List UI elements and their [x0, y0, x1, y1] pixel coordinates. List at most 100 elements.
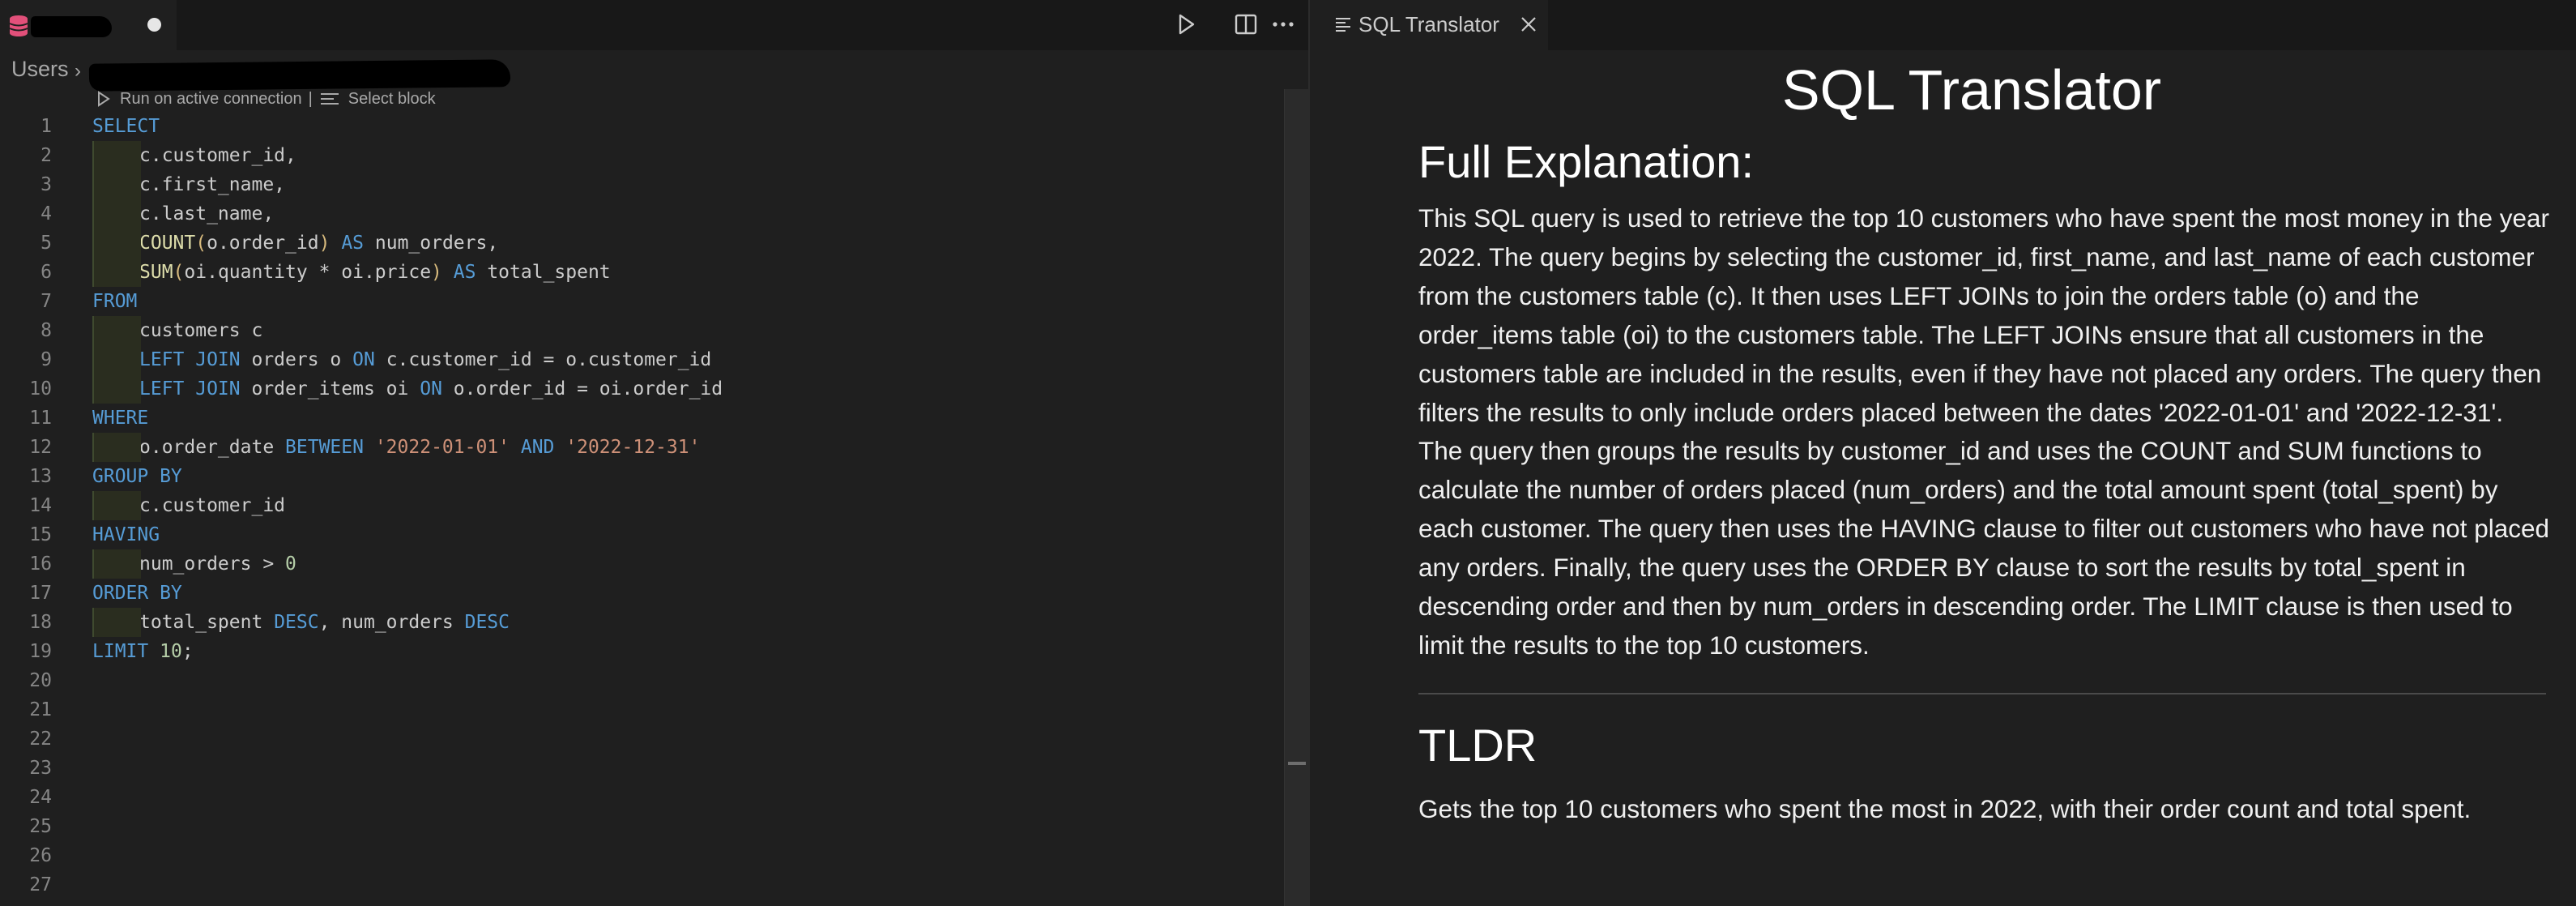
- run-icon: [98, 91, 110, 107]
- code-text: , num_orders: [318, 612, 454, 633]
- keyword: HAVING: [92, 524, 160, 545]
- keyword: AS: [453, 262, 476, 283]
- code-text: orders o: [251, 349, 342, 370]
- function-name: SUM: [139, 262, 173, 283]
- string-literal: '2022-01-01': [374, 437, 510, 458]
- close-icon[interactable]: [1517, 13, 1540, 36]
- bracket: (: [173, 262, 185, 283]
- code-text: c.first_name,: [139, 174, 286, 195]
- code-line[interactable]: ORDER BY: [92, 579, 1275, 608]
- code-line[interactable]: HAVING: [92, 520, 1275, 549]
- sql-editor: Users › Run on active connection | Selec…: [0, 0, 1308, 906]
- line-number: 7: [41, 291, 52, 312]
- select-block-link[interactable]: Select block: [348, 90, 436, 109]
- line-number: 14: [29, 495, 52, 516]
- code-text: c.customer_id = o.customer_id: [386, 349, 712, 370]
- keyword: SELECT: [92, 116, 160, 137]
- code-text: num_orders,: [374, 233, 499, 254]
- page-title: SQL Translator: [1781, 58, 2162, 122]
- code-line[interactable]: LEFT JOIN order_items oi ON o.order_id =…: [92, 374, 1275, 404]
- keyword: DESC: [274, 612, 319, 633]
- keyword: LIMIT: [92, 641, 149, 662]
- codelens-bar: Run on active connection | Select block: [96, 86, 436, 112]
- line-number: 25: [29, 816, 52, 837]
- keyword: ORDER BY: [92, 583, 182, 604]
- code-line[interactable]: c.last_name,: [92, 199, 1275, 229]
- line-number: 22: [29, 729, 52, 750]
- line-number: 2: [41, 145, 52, 166]
- keyword: FROM: [92, 291, 138, 312]
- code-line[interactable]: LIMIT 10;: [92, 637, 1275, 666]
- more-icon[interactable]: [1270, 11, 1296, 37]
- codelens-separator: |: [308, 89, 313, 108]
- code-text: ;: [181, 641, 194, 662]
- database-icon: [9, 15, 28, 36]
- code-line[interactable]: c.customer_id: [92, 491, 1275, 520]
- code-line[interactable]: c.first_name,: [92, 170, 1275, 199]
- code-line[interactable]: num_orders > 0: [92, 549, 1275, 579]
- code-text: c.last_name,: [139, 203, 275, 224]
- line-number: 21: [29, 699, 52, 720]
- line-number: 10: [29, 378, 52, 400]
- code-text: o.order_id: [207, 233, 319, 254]
- breadcrumb: Users ›: [0, 50, 1308, 92]
- code-line[interactable]: o.order_date BETWEEN '2022-01-01' AND '2…: [92, 433, 1275, 462]
- line-number: 8: [41, 320, 52, 341]
- code-line[interactable]: SELECT: [92, 112, 1275, 141]
- full-explanation-text: This SQL query is used to retrieve the t…: [1418, 203, 2550, 660]
- editor-scrollbar[interactable]: [1284, 89, 1308, 906]
- tab-sql-translator[interactable]: SQL Translator: [1310, 0, 1548, 50]
- split-editor-icon[interactable]: [1233, 11, 1259, 37]
- section-divider: [1418, 693, 2546, 694]
- code-area[interactable]: SELECT c.customer_id, c.first_name, c.la…: [92, 112, 1275, 666]
- run-icon[interactable]: [1173, 11, 1199, 37]
- line-number: 13: [29, 466, 52, 487]
- line-number: 26: [29, 845, 52, 866]
- code-line[interactable]: GROUP BY: [92, 462, 1275, 491]
- keyword: AS: [341, 233, 365, 254]
- code-line[interactable]: FROM: [92, 287, 1275, 316]
- line-number: 18: [29, 612, 52, 633]
- line-number: 3: [41, 174, 52, 195]
- code-text: o.order_date: [139, 437, 275, 458]
- bracket: ): [318, 233, 331, 254]
- line-number: 1: [41, 116, 52, 137]
- line-number: 11: [29, 408, 52, 429]
- keyword: AND: [520, 437, 555, 458]
- line-number: 19: [29, 641, 52, 662]
- code-line[interactable]: c.customer_id,: [92, 141, 1275, 170]
- dirty-dot-icon[interactable]: [147, 18, 161, 32]
- code-line[interactable]: total_spent DESC, num_orders DESC: [92, 608, 1275, 637]
- code-text: total_spent: [139, 612, 263, 633]
- code-line[interactable]: SUM(oi.quantity * oi.price) AS total_spe…: [92, 258, 1275, 287]
- code-text: c.customer_id,: [139, 145, 296, 166]
- editor-tab-bar: [0, 0, 1308, 50]
- editor-tab-active[interactable]: [0, 0, 177, 50]
- line-number: 24: [29, 787, 52, 808]
- code-line[interactable]: COUNT(o.order_id) AS num_orders,: [92, 229, 1275, 258]
- line-number: 6: [41, 262, 52, 283]
- keyword: LEFT JOIN: [139, 378, 241, 400]
- code-text: num_orders >: [139, 553, 275, 575]
- code-text: oi.quantity * oi.price: [184, 262, 432, 283]
- lines-icon: [320, 93, 339, 105]
- function-name: COUNT: [139, 233, 196, 254]
- breadcrumb-chevron-icon: ›: [75, 60, 81, 82]
- breadcrumb-users[interactable]: Users: [11, 57, 69, 82]
- keyword: ON: [420, 378, 442, 400]
- preview-tab-bar: SQL Translator: [1310, 0, 2576, 50]
- code-line[interactable]: LEFT JOIN orders o ON c.customer_id = o.…: [92, 345, 1275, 374]
- line-number: 4: [41, 203, 52, 224]
- number-literal: 0: [285, 553, 296, 575]
- keyword: WHERE: [92, 408, 149, 429]
- line-number: 20: [29, 670, 52, 691]
- code-text: total_spent: [487, 262, 611, 283]
- tab-label: SQL Translator: [1358, 12, 1499, 36]
- number-literal: 10: [160, 641, 182, 662]
- preview-icon: [1336, 18, 1350, 32]
- keyword: GROUP BY: [92, 466, 182, 487]
- code-line[interactable]: WHERE: [92, 404, 1275, 433]
- code-line[interactable]: customers c: [92, 316, 1275, 345]
- run-on-active-connection-link[interactable]: Run on active connection: [120, 90, 302, 109]
- line-number: 5: [41, 233, 52, 254]
